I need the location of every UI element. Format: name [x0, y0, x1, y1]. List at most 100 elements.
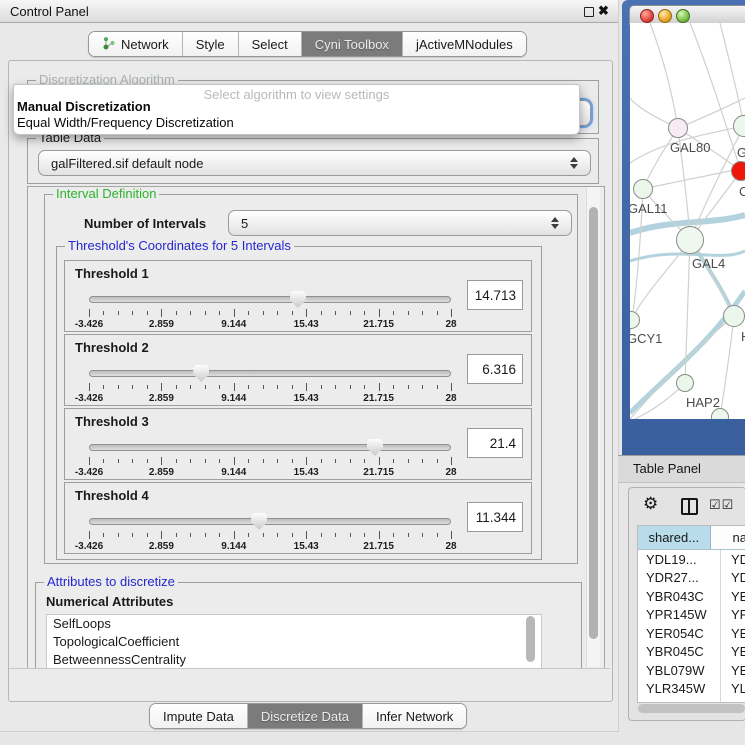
- tick-mark: [306, 309, 307, 317]
- tick-mark: [89, 531, 90, 539]
- tab-label: Style: [196, 37, 225, 52]
- traffic-light-close-icon[interactable]: [640, 9, 654, 23]
- slider-track: [89, 296, 451, 303]
- network-node-h[interactable]: [723, 305, 745, 327]
- tab-network[interactable]: Network: [89, 32, 183, 56]
- network-node-gal11[interactable]: [633, 179, 653, 199]
- split-columns-icon[interactable]: [681, 498, 698, 515]
- attribute-item-betweennesscentrality[interactable]: BetweennessCentrality: [47, 651, 541, 669]
- slider-handle[interactable]: [193, 365, 209, 382]
- tab-select[interactable]: Select: [239, 32, 302, 56]
- network-node[interactable]: [711, 408, 729, 419]
- numerical-attributes-list[interactable]: SelfLoopsTopologicalCoefficientBetweenne…: [46, 614, 542, 669]
- tab-cyni-toolbox[interactable]: Cyni Toolbox: [302, 32, 403, 56]
- scrollbar-thumb[interactable]: [589, 207, 598, 639]
- table-row[interactable]: YBR045CYBR0: [638, 643, 745, 662]
- threshold-value-field[interactable]: 6.316: [467, 354, 523, 384]
- column-header-shared-name[interactable]: shared...: [638, 526, 711, 549]
- vertical-scrollbar[interactable]: [586, 187, 600, 667]
- threshold-label: Threshold 4: [75, 488, 149, 503]
- traffic-light-minimize-icon[interactable]: [658, 9, 672, 23]
- screen: Control Panel ✖ Network Style Select Cyni T…: [0, 0, 745, 745]
- attribute-item-topologicalcoefficient[interactable]: TopologicalCoefficient: [47, 633, 541, 651]
- axis-tick-label: 15.43: [294, 319, 319, 330]
- slider-handle[interactable]: [367, 439, 383, 456]
- close-icon[interactable]: ✖: [598, 3, 609, 19]
- axis-tick-label: 28: [445, 393, 456, 404]
- tick-mark: [408, 385, 409, 389]
- network-node-label: H: [741, 329, 745, 344]
- column-header-name[interactable]: na: [711, 526, 745, 549]
- tick-mark: [408, 311, 409, 315]
- tick-mark: [190, 459, 191, 463]
- tab-jactivemnodules[interactable]: jActiveMNodules: [403, 32, 526, 56]
- tick-mark: [176, 459, 177, 463]
- network-node-gal4[interactable]: [676, 226, 704, 254]
- tick-mark: [364, 533, 365, 537]
- threshold-value-field[interactable]: 11.344: [467, 502, 523, 532]
- tab-impute-data[interactable]: Impute Data: [150, 704, 248, 728]
- tick-mark: [335, 459, 336, 463]
- slider-ticks: [89, 309, 451, 318]
- checkbox-columns-icon[interactable]: ☑☑: [709, 497, 734, 513]
- tick-mark: [176, 533, 177, 537]
- slider-handle[interactable]: [251, 513, 267, 530]
- list-scrollbar-thumb[interactable]: [526, 616, 535, 662]
- popup-item-equal-width-frequency[interactable]: Equal Width/Frequency Discretization: [17, 115, 234, 130]
- network-node-gal80[interactable]: [668, 118, 688, 138]
- cell-name: YER0: [720, 624, 745, 643]
- axis-tick-labels: -3.4262.8599.14415.4321.71528: [89, 393, 451, 405]
- table-row[interactable]: YLR345WYLR3: [638, 680, 745, 699]
- table-row[interactable]: YDL19...YDL1: [638, 550, 745, 569]
- threshold-value-field[interactable]: 14.713: [467, 280, 523, 310]
- tab-discretize-data[interactable]: Discretize Data: [248, 704, 363, 728]
- tick-mark: [306, 383, 307, 391]
- table-row[interactable]: YBL079WYBL0: [638, 661, 745, 680]
- axis-tick-label: 9.144: [221, 467, 246, 478]
- table-row[interactable]: YBR043CYBR0: [638, 587, 745, 606]
- axis-tick-label: 21.715: [363, 467, 394, 478]
- attribute-item-selfloops[interactable]: SelfLoops: [47, 615, 541, 633]
- table-data-combobox[interactable]: galFiltered.sif default node: [38, 150, 591, 176]
- cell-name: YBR0: [720, 587, 745, 606]
- table-row[interactable]: YIL052CYIL0: [638, 698, 745, 703]
- tick-mark: [350, 385, 351, 389]
- tick-mark: [335, 311, 336, 315]
- threshold-slider[interactable]: -3.4262.8599.14415.4321.71528: [89, 289, 451, 329]
- tick-mark: [437, 459, 438, 463]
- network-node-hap2[interactable]: [676, 374, 694, 392]
- tick-mark: [248, 311, 249, 315]
- tick-mark: [234, 309, 235, 317]
- tab-infer-network[interactable]: Infer Network: [363, 704, 466, 728]
- tick-mark: [437, 533, 438, 537]
- tick-mark: [161, 457, 162, 465]
- gear-icon[interactable]: ⚙: [643, 494, 658, 514]
- algorithm-popup: Select algorithm to view settings Manual…: [13, 84, 580, 135]
- tick-mark: [350, 311, 351, 315]
- threshold-value-field[interactable]: 21.4: [467, 428, 523, 458]
- network-canvas[interactable]: GAL80GCGAL11GAL4GCY1HHAP2: [630, 23, 745, 419]
- number-of-intervals-spinner[interactable]: 5: [228, 210, 572, 236]
- slider-handle[interactable]: [290, 291, 306, 308]
- network-node-c[interactable]: [731, 161, 745, 181]
- traffic-light-zoom-icon[interactable]: [676, 9, 690, 23]
- threshold-panel: Threshold 4 -3.4262.8599.14415.4321.71528…: [64, 482, 532, 554]
- tick-mark: [451, 531, 452, 539]
- horizontal-scrollbar-thumb[interactable]: [638, 704, 745, 713]
- table-row[interactable]: YDR27...YDR2: [638, 569, 745, 588]
- tick-mark: [89, 383, 90, 391]
- table-panel-window: ⚙ ☑☑ shared... na YDL19...YDL1YDR27...YD…: [628, 487, 745, 721]
- network-node-label: GAL80: [670, 140, 710, 155]
- tick-mark: [408, 533, 409, 537]
- threshold-slider[interactable]: -3.4262.8599.14415.4321.71528: [89, 511, 451, 551]
- popup-item-manual-discretization[interactable]: Manual Discretization: [17, 99, 151, 114]
- table-row[interactable]: YPR145WYPR1: [638, 606, 745, 625]
- panel-title: Control Panel: [10, 4, 89, 19]
- table-row[interactable]: YER054CYER0: [638, 624, 745, 643]
- tab-label: Cyni Toolbox: [315, 37, 389, 52]
- tab-style[interactable]: Style: [183, 32, 239, 56]
- threshold-slider[interactable]: -3.4262.8599.14415.4321.71528: [89, 437, 451, 477]
- tick-mark: [118, 533, 119, 537]
- threshold-slider[interactable]: -3.4262.8599.14415.4321.71528: [89, 363, 451, 403]
- float-window-icon[interactable]: [584, 7, 594, 17]
